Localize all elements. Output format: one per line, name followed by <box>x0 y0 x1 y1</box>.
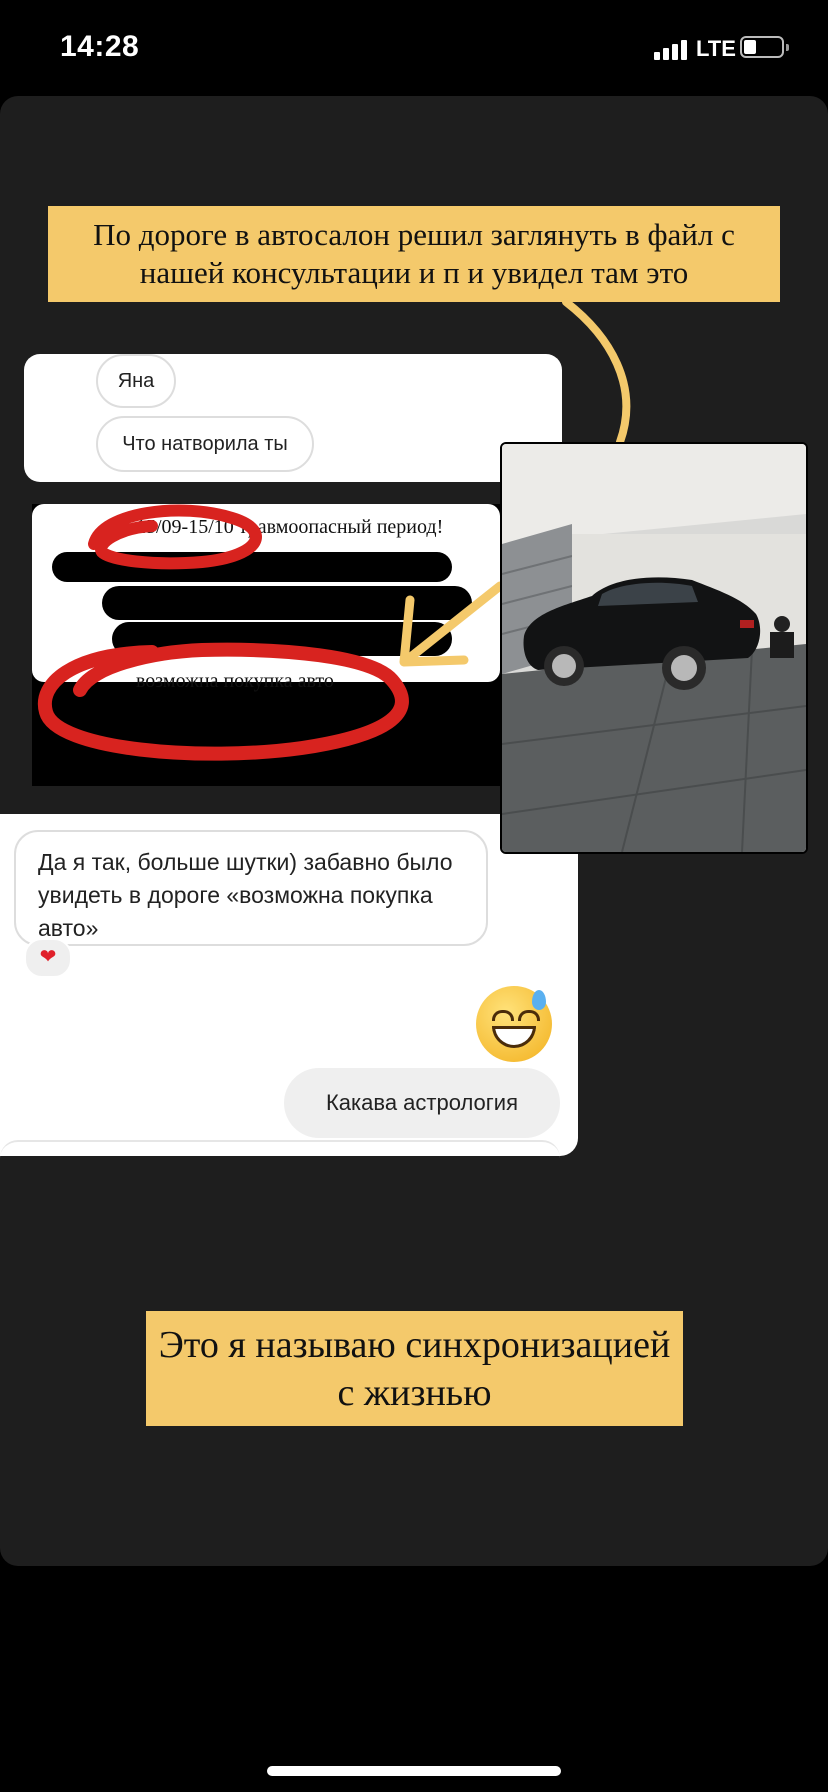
message-bubble-what-did-you-do: Что натворила ты <box>96 416 314 472</box>
chat-screenshot-bottom: Да я так, больше шутки) забавно было уви… <box>0 814 578 1156</box>
outgoing-message: Какава астрология <box>284 1068 560 1138</box>
message-bubble-yana: Яна <box>96 354 176 408</box>
story-card: По дороге в автосалон решил заглянуть в … <box>0 96 828 1566</box>
heart-reaction-icon: ❤ <box>24 938 72 978</box>
incoming-message: Да я так, больше шутки) забавно было уви… <box>14 830 488 946</box>
message-input-edge <box>0 1140 560 1158</box>
document-line-period: 15/09-15/10 травмоопасный период! <box>136 516 444 538</box>
document-excerpt: 15/09-15/10 травмоопасный период! возмож… <box>32 504 500 786</box>
caption-top: По дороге в автосалон решил заглянуть в … <box>48 206 780 302</box>
caption-bottom: Это я называю синхронизацией с жизнью <box>146 1311 683 1426</box>
sweat-smile-emoji-icon <box>476 986 552 1062</box>
chat-screenshot-top: Яна Что натворила ты <box>24 354 562 482</box>
signal-icon <box>654 38 688 60</box>
car-photo <box>500 442 808 854</box>
redaction-mark <box>52 552 452 582</box>
redaction-mark <box>102 586 472 620</box>
status-bar: 14:28 LTE <box>0 0 828 96</box>
status-time: 14:28 <box>60 30 140 63</box>
battery-icon <box>740 36 790 60</box>
car-garage-image <box>502 444 806 852</box>
network-label: LTE <box>696 36 736 61</box>
redaction-mark <box>112 622 452 656</box>
home-indicator[interactable] <box>267 1766 561 1776</box>
document-line-car-purchase: возможна покупка авто <box>136 670 334 692</box>
